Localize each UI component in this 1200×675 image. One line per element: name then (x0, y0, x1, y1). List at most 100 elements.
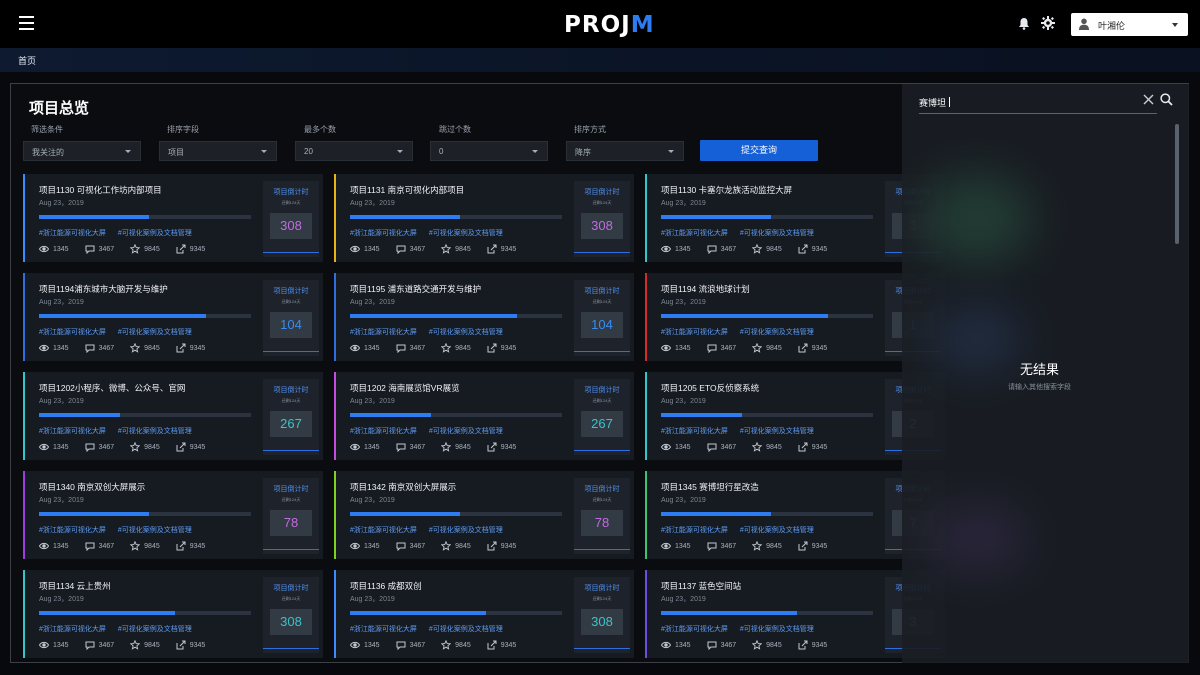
project-card[interactable]: 项目1195 浦东道路交通开发与维护 Aug 23，2019 #浙江能源可视化大屏 #… (334, 273, 634, 361)
sort-order-select[interactable]: 降序 (566, 141, 684, 161)
tag-link[interactable]: #浙江能源可视化大屏 (39, 230, 106, 237)
countdown-box: 项目倒计时 还剩124天 267 (263, 379, 319, 455)
tag-list: #浙江能源可视化大屏 #可视化案例及文档管理 (661, 525, 826, 535)
tag-link[interactable]: #浙江能源可视化大屏 (661, 626, 728, 633)
project-title[interactable]: 项目1202 海南展览馆VR展览 (350, 382, 460, 394)
shares-count: 9345 (811, 344, 828, 352)
search-icon[interactable] (1160, 93, 1173, 106)
project-title[interactable]: 项目1195 浦东道路交通开发与维护 (350, 283, 481, 295)
project-card[interactable]: 项目1131 南京可视化内部项目 Aug 23，2019 #浙江能源可视化大屏 #可视… (334, 174, 634, 262)
sort-field-select[interactable]: 项目 (159, 141, 277, 161)
gear-icon[interactable] (1041, 16, 1055, 30)
tag-link[interactable]: #浙江能源可视化大屏 (350, 626, 417, 633)
search-input[interactable]: 赛博坦 (919, 90, 1157, 114)
tag-link[interactable]: #可视化案例及文档管理 (429, 329, 503, 336)
project-card[interactable]: 项目1342 南京双创大屏展示 Aug 23，2019 #浙江能源可视化大屏 #可视化… (334, 471, 634, 559)
tag-link[interactable]: #可视化案例及文档管理 (118, 626, 192, 633)
close-icon[interactable] (1143, 94, 1154, 105)
tag-link[interactable]: #浙江能源可视化大屏 (39, 428, 106, 435)
tag-link[interactable]: #可视化案例及文档管理 (118, 527, 192, 534)
tag-link[interactable]: #浙江能源可视化大屏 (39, 329, 106, 336)
skip-count-select[interactable]: 0 (430, 141, 548, 161)
tag-link[interactable]: #可视化案例及文档管理 (429, 626, 503, 633)
user-dropdown[interactable]: 叶湘伦 (1071, 13, 1188, 36)
tag-link[interactable]: #可视化案例及文档管理 (740, 230, 814, 237)
tag-link[interactable]: #可视化案例及文档管理 (429, 428, 503, 435)
project-card[interactable]: 项目1205 ETO反侦察系统 Aug 23，2019 #浙江能源可视化大屏 #可视化… (645, 372, 945, 460)
share-icon (798, 343, 808, 353)
project-card[interactable]: 项目1202小程序、微博、公众号、官网 Aug 23，2019 #浙江能源可视化大屏… (23, 372, 323, 460)
menu-icon[interactable] (19, 16, 34, 30)
tag-link[interactable]: #浙江能源可视化大屏 (39, 527, 106, 534)
comments-count: 3467 (409, 443, 426, 451)
project-title[interactable]: 项目1136 成都双创 (350, 580, 422, 592)
filter-select[interactable]: 我关注的 (23, 141, 141, 161)
countdown-value: 78 (270, 510, 312, 536)
tag-link[interactable]: #浙江能源可视化大屏 (661, 527, 728, 534)
project-title[interactable]: 项目1130 卡塞尔龙族活动监控大屏 (661, 184, 792, 196)
project-title[interactable]: 项目1202小程序、微博、公众号、官网 (39, 382, 185, 394)
project-title[interactable]: 项目1194浦东城市大脑开发与维护 (39, 283, 168, 295)
tag-link[interactable]: #浙江能源可视化大屏 (661, 428, 728, 435)
breadcrumb-home[interactable]: 首页 (18, 54, 36, 67)
comments-stat: 3467 (396, 640, 425, 650)
shares-stat: 9345 (798, 244, 827, 254)
user-name: 叶湘伦 (1098, 21, 1126, 31)
submit-query-button[interactable]: 提交查询 (700, 140, 818, 161)
tag-link[interactable]: #浙江能源可视化大屏 (39, 626, 106, 633)
project-card[interactable]: 项目1137 蓝色空间站 Aug 23，2019 #浙江能源可视化大屏 #可视化案例及… (645, 570, 945, 658)
project-title[interactable]: 项目1130 可视化工作坊内部项目 (39, 184, 162, 196)
comments-count: 3467 (720, 542, 737, 550)
stars-count: 9845 (766, 641, 782, 649)
tag-link[interactable]: #可视化案例及文档管理 (429, 230, 503, 237)
tag-link[interactable]: #可视化案例及文档管理 (740, 329, 814, 336)
comments-count: 3467 (720, 245, 737, 253)
project-title[interactable]: 项目1134 云上贵州 (39, 580, 111, 592)
tag-link[interactable]: #浙江能源可视化大屏 (350, 230, 417, 237)
progress-fill (350, 512, 461, 516)
project-title[interactable]: 项目1205 ETO反侦察系统 (661, 382, 759, 394)
project-card[interactable]: 项目1130 可视化工作坊内部项目 Aug 23，2019 #浙江能源可视化大屏 #可… (23, 174, 323, 262)
project-title[interactable]: 项目1340 南京双创大屏展示 (39, 481, 145, 493)
tag-link[interactable]: #可视化案例及文档管理 (429, 527, 503, 534)
project-card[interactable]: 项目1194 流浪地球计划 Aug 23，2019 #浙江能源可视化大屏 #可视化案例… (645, 273, 945, 361)
project-card[interactable]: 项目1345 赛博坦行星改造 Aug 23，2019 #浙江能源可视化大屏 #可视化案… (645, 471, 945, 559)
project-card[interactable]: 项目1136 成都双创 Aug 23，2019 #浙江能源可视化大屏 #可视化案例及文… (334, 570, 634, 658)
comments-count: 3467 (98, 245, 115, 253)
tag-link[interactable]: #浙江能源可视化大屏 (350, 329, 417, 336)
project-title[interactable]: 项目1345 赛博坦行星改造 (661, 481, 759, 493)
comments-count: 3467 (409, 344, 426, 352)
project-card[interactable]: 项目1194浦东城市大脑开发与维护 Aug 23，2019 #浙江能源可视化大屏 #可… (23, 273, 323, 361)
tag-link[interactable]: #浙江能源可视化大屏 (661, 230, 728, 237)
max-count-select[interactable]: 20 (295, 141, 413, 161)
project-card[interactable]: 项目1134 云上贵州 Aug 23，2019 #浙江能源可视化大屏 #可视化案例及文… (23, 570, 323, 658)
project-title[interactable]: 项目1131 南京可视化内部项目 (350, 184, 464, 196)
countdown-value: 104 (270, 312, 312, 338)
comments-count: 3467 (98, 443, 115, 451)
tag-link[interactable]: #浙江能源可视化大屏 (350, 428, 417, 435)
comment-icon (85, 641, 95, 650)
project-card[interactable]: 项目1340 南京双创大屏展示 Aug 23，2019 #浙江能源可视化大屏 #可视化… (23, 471, 323, 559)
tag-list: #浙江能源可视化大屏 #可视化案例及文档管理 (350, 525, 515, 535)
project-title[interactable]: 项目1342 南京双创大屏展示 (350, 481, 456, 493)
project-card[interactable]: 项目1202 海南展览馆VR展览 Aug 23，2019 #浙江能源可视化大屏 #可视… (334, 372, 634, 460)
tag-link[interactable]: #可视化案例及文档管理 (118, 329, 192, 336)
project-title[interactable]: 项目1194 流浪地球计划 (661, 283, 750, 295)
tag-link[interactable]: #浙江能源可视化大屏 (661, 329, 728, 336)
tag-link[interactable]: #可视化案例及文档管理 (740, 626, 814, 633)
tag-list: #浙江能源可视化大屏 #可视化案例及文档管理 (661, 327, 826, 337)
project-title[interactable]: 项目1137 蓝色空间站 (661, 580, 741, 592)
tag-link[interactable]: #浙江能源可视化大屏 (350, 527, 417, 534)
tag-link[interactable]: #可视化案例及文档管理 (118, 428, 192, 435)
views-count: 1345 (53, 542, 69, 550)
bell-icon[interactable] (1018, 17, 1030, 30)
eye-icon (350, 542, 360, 550)
tag-link[interactable]: #可视化案例及文档管理 (118, 230, 192, 237)
tag-link[interactable]: #可视化案例及文档管理 (740, 428, 814, 435)
scrollbar[interactable] (1175, 124, 1179, 244)
tag-link[interactable]: #可视化案例及文档管理 (740, 527, 814, 534)
project-card[interactable]: 项目1130 卡塞尔龙族活动监控大屏 Aug 23，2019 #浙江能源可视化大屏 #… (645, 174, 945, 262)
countdown-underline (263, 450, 319, 451)
progress-fill (350, 413, 431, 417)
countdown-box: 项目倒计时 还剩124天 308 (574, 577, 630, 653)
